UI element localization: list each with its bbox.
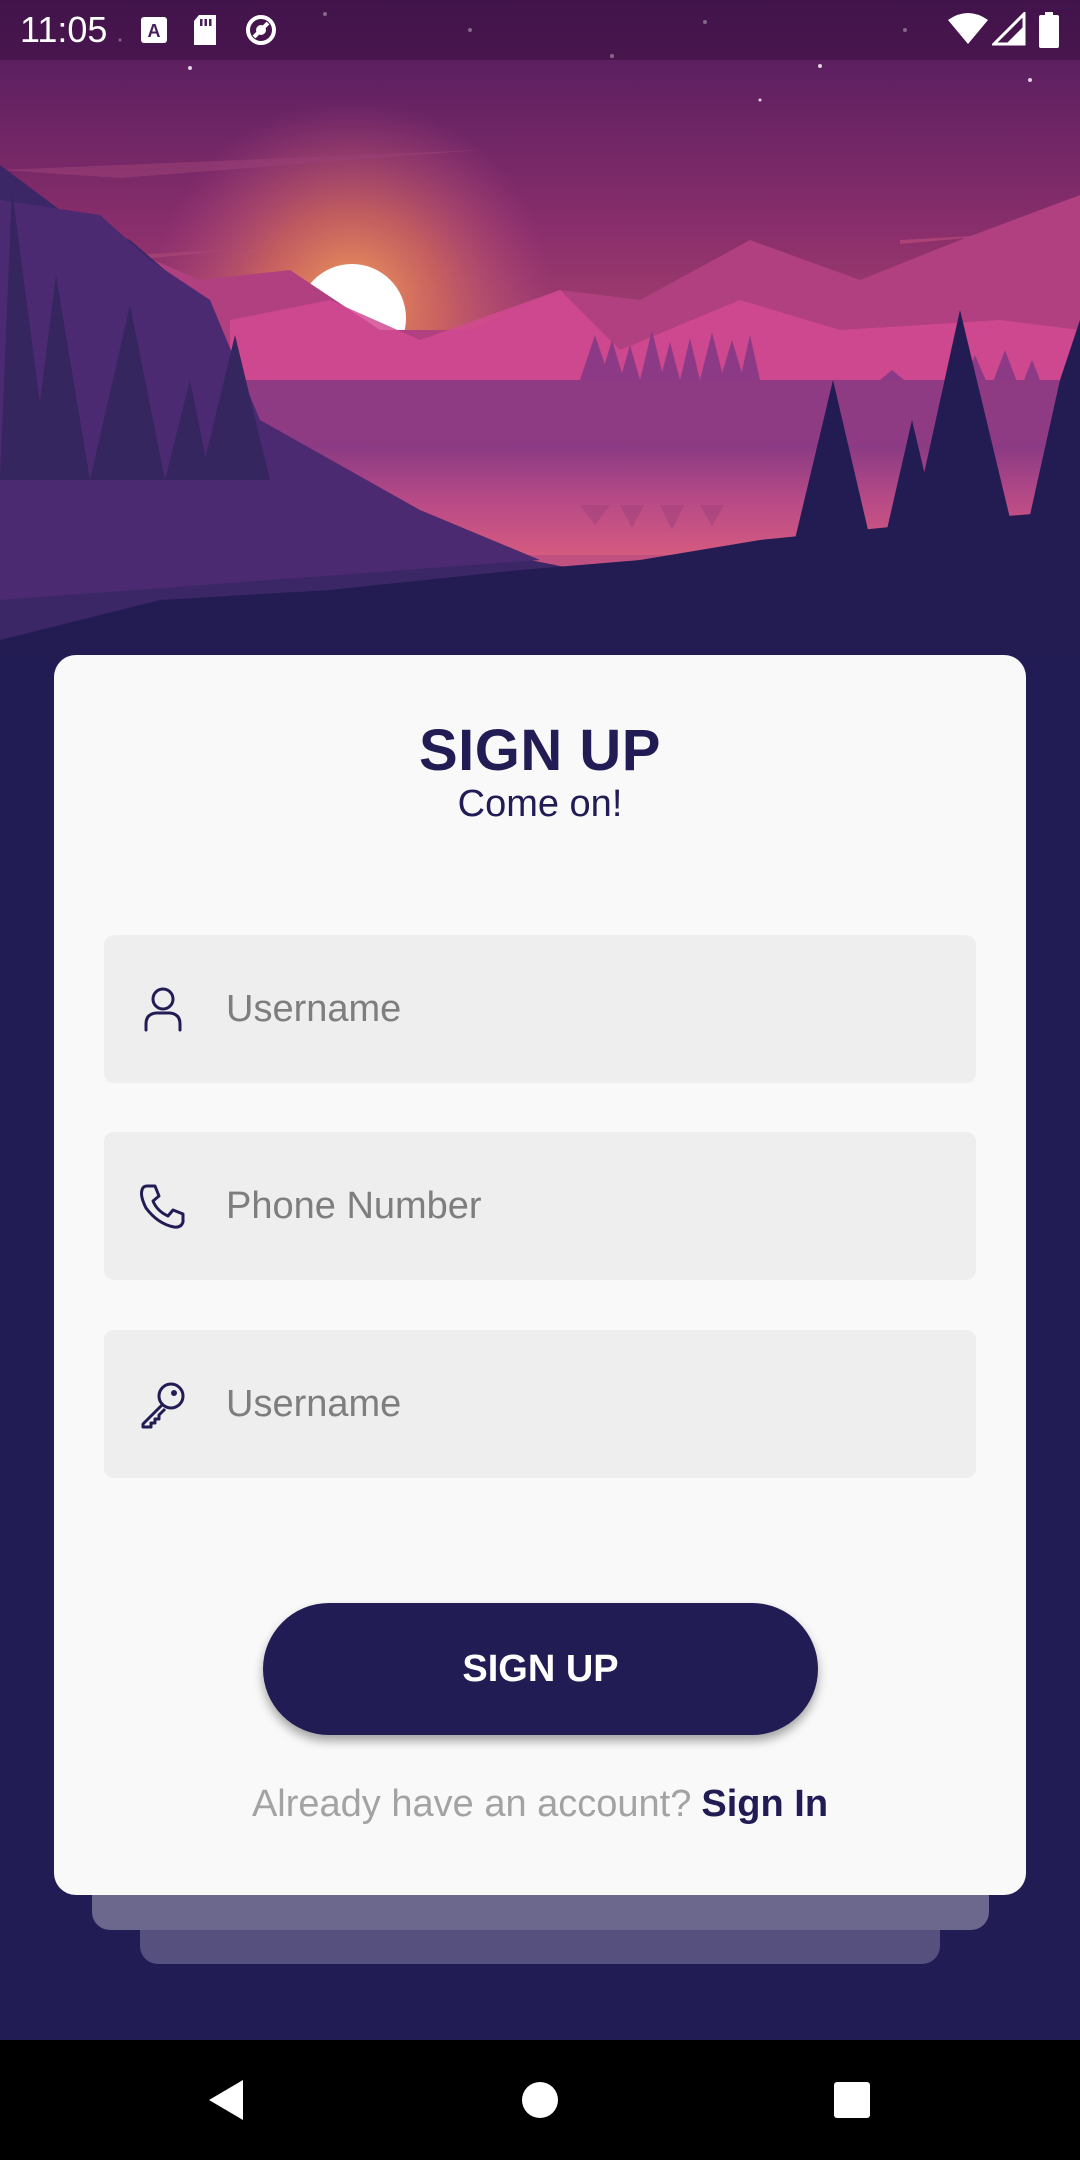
sunset-mountains-image bbox=[0, 0, 1080, 660]
username-field[interactable] bbox=[104, 935, 976, 1083]
signin-link[interactable]: Sign In bbox=[701, 1783, 828, 1825]
signin-row: Already have an account? Sign In bbox=[54, 1783, 1026, 1826]
page-title: SIGN UP bbox=[419, 718, 661, 783]
back-icon bbox=[209, 2080, 243, 2120]
landscape-illustration bbox=[0, 0, 1080, 660]
keyboard-icon: A bbox=[141, 17, 167, 43]
signup-button[interactable]: SIGN UP bbox=[263, 1603, 818, 1735]
password-input[interactable] bbox=[226, 1330, 946, 1478]
status-icons-right bbox=[940, 12, 1080, 48]
user-icon bbox=[144, 987, 182, 1032]
password-field[interactable] bbox=[104, 1330, 976, 1478]
sd-card-icon bbox=[194, 15, 216, 45]
home-button[interactable] bbox=[480, 2040, 600, 2160]
status-bar: 11:05 A bbox=[0, 0, 1080, 60]
key-icon bbox=[141, 1382, 185, 1429]
battery-icon bbox=[1039, 12, 1059, 48]
recents-icon bbox=[834, 2082, 870, 2118]
navigation-bar bbox=[0, 2040, 1080, 2160]
signin-prompt: Already have an account? bbox=[251, 1783, 692, 1825]
back-button[interactable] bbox=[165, 2040, 285, 2160]
phone-input[interactable] bbox=[226, 1132, 946, 1280]
svg-text:A: A bbox=[148, 21, 161, 41]
signup-card: SIGN UP Come on! SIGN UP Already have an… bbox=[54, 655, 1026, 1895]
data-saver-icon bbox=[246, 15, 276, 45]
page-subtitle: Come on! bbox=[457, 783, 623, 825]
recents-button[interactable] bbox=[792, 2040, 912, 2160]
phone-field[interactable] bbox=[104, 1132, 976, 1280]
wifi-icon bbox=[948, 13, 988, 44]
phone-icon bbox=[140, 1184, 185, 1229]
home-icon bbox=[522, 2082, 558, 2118]
status-time: 11:05 bbox=[20, 9, 108, 50]
username-input[interactable] bbox=[226, 935, 946, 1083]
signal-icon bbox=[992, 12, 1026, 46]
